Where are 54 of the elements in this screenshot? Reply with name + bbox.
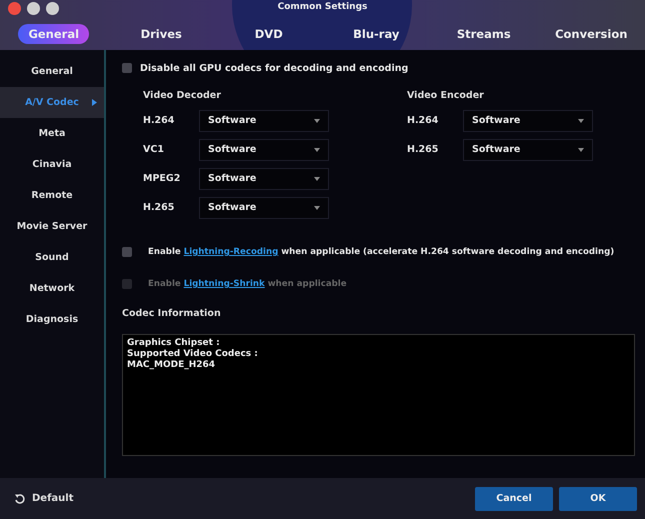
- caret-icon: [578, 118, 584, 122]
- caret-icon: [314, 118, 320, 122]
- option-label: Enable Lightning-Shrink when applicable: [148, 279, 347, 289]
- dialog-button[interactable]: OK: [559, 486, 637, 510]
- caret-icon: [92, 99, 97, 106]
- sidebar-item[interactable]: Diagnosis: [0, 304, 104, 335]
- tab[interactable]: General: [18, 24, 90, 44]
- window-title: Common Settings: [278, 2, 368, 12]
- info-line: MAC_MODE_H264: [127, 360, 216, 371]
- codec-label: H.265: [407, 144, 440, 155]
- tab[interactable]: DVD: [244, 24, 293, 44]
- checkbox[interactable]: [122, 247, 132, 257]
- section-title: Codec Information: [122, 306, 222, 320]
- sidebar-item[interactable]: Remote: [0, 180, 104, 211]
- codec-dropdown[interactable]: Software: [199, 110, 329, 132]
- caret-icon: [578, 148, 584, 152]
- sidebar-item[interactable]: Sound: [0, 242, 104, 273]
- sidebar-item[interactable]: A/V Codec: [0, 87, 104, 118]
- codec-label: H.264: [407, 115, 440, 126]
- tab[interactable]: Drives: [130, 24, 192, 44]
- codec-label: VC1: [143, 144, 165, 155]
- codec-dropdown[interactable]: Software: [199, 196, 329, 218]
- reset-icon: [14, 492, 26, 504]
- section-title: Video Decoder: [143, 88, 222, 102]
- caret-icon: [314, 206, 320, 210]
- sidebar-item[interactable]: Meta: [0, 118, 104, 149]
- codec-dropdown[interactable]: Software: [199, 168, 329, 190]
- feature-link[interactable]: Lightning-Recoding: [184, 247, 278, 257]
- default-button[interactable]: Default: [12, 490, 76, 506]
- dialog-button[interactable]: Cancel: [475, 486, 553, 510]
- tab[interactable]: Blu-ray: [343, 24, 410, 44]
- sidebar-item[interactable]: General: [0, 56, 104, 87]
- caret-icon: [314, 176, 320, 180]
- codec-dropdown[interactable]: Software: [199, 138, 329, 160]
- section-title: Video Encoder: [407, 88, 485, 102]
- sidebar-item[interactable]: Cinavia: [0, 149, 104, 180]
- codec-dropdown[interactable]: Software: [463, 110, 593, 132]
- caret-icon: [314, 148, 320, 152]
- checkbox[interactable]: [122, 63, 132, 73]
- tab[interactable]: Streams: [446, 24, 521, 44]
- codec-label: H.264: [143, 115, 176, 126]
- option-label: Enable Lightning-Recoding when applicable (accelerate H.264 software decoding and encoding): [148, 247, 614, 257]
- sidebar-item[interactable]: Movie Server: [0, 211, 104, 242]
- info-line: Supported Video Codecs :: [127, 349, 259, 360]
- checkbox-label: Disable all GPU codecs for decoding and encoding: [140, 62, 408, 74]
- codec-label: MPEG2: [143, 173, 182, 184]
- sidebar-item[interactable]: Network: [0, 273, 104, 304]
- codec-label: H.265: [143, 202, 176, 213]
- codec-dropdown[interactable]: Software: [463, 138, 593, 160]
- close-window-icon[interactable]: [8, 2, 21, 15]
- maximize-window-icon[interactable]: [46, 2, 59, 15]
- minimize-window-icon[interactable]: [27, 2, 40, 15]
- tab[interactable]: Conversion: [545, 24, 638, 44]
- info-line: Graphics Chipset :: [127, 338, 221, 349]
